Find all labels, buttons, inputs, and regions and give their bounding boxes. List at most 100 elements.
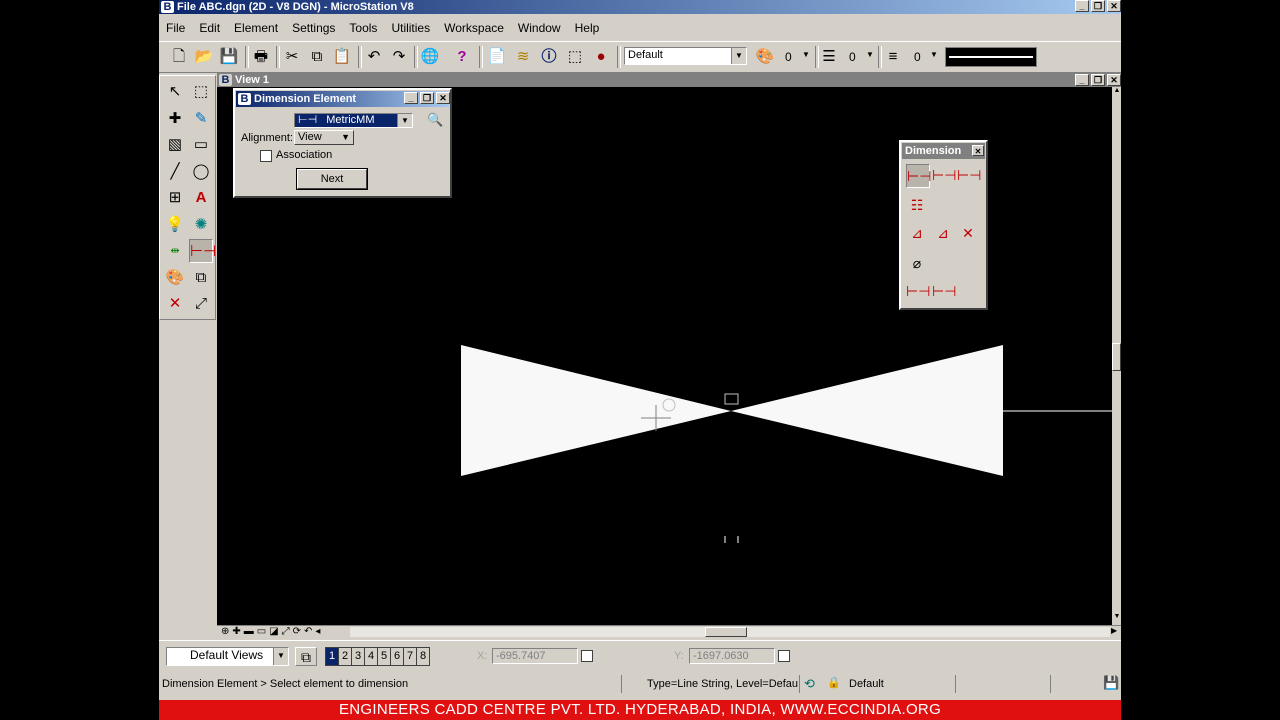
maximize-icon[interactable]: ❐ xyxy=(1091,74,1105,86)
scroll-right-icon[interactable]: ▶ xyxy=(1111,626,1117,635)
chevron-down-icon[interactable]: ▼ xyxy=(731,48,746,64)
horizontal-scrollbar[interactable] xyxy=(350,627,1110,637)
references-icon[interactable]: 📄 xyxy=(487,47,507,67)
chevron-down-icon[interactable]: ▼ xyxy=(866,50,874,59)
chevron-down-icon[interactable]: ▼ xyxy=(930,50,938,59)
color-palette-icon[interactable]: 🎨 xyxy=(755,47,775,67)
delete-element-icon[interactable]: ✕ xyxy=(163,292,187,316)
open-folder-icon[interactable]: 📂 xyxy=(194,47,214,67)
record-icon[interactable]: ● xyxy=(591,47,611,67)
scale-element-icon[interactable]: ⤢ xyxy=(189,292,213,316)
views-combo[interactable]: Default Views ▼ xyxy=(166,647,289,666)
place-point-icon[interactable]: ✚ xyxy=(163,107,187,131)
fence-icon[interactable]: ⬚ xyxy=(565,47,585,67)
view-windows-icon[interactable]: ⧉ xyxy=(295,647,317,666)
select-region-icon[interactable]: ⬚ xyxy=(189,80,213,104)
view-button-2[interactable]: 2 xyxy=(338,647,352,666)
x-coordinate-field[interactable]: -695.7407 xyxy=(492,648,578,664)
menu-workspace[interactable]: Workspace xyxy=(437,18,511,38)
menu-tools[interactable]: Tools xyxy=(342,18,384,38)
x-lock-checkbox[interactable] xyxy=(581,650,593,662)
view-button-5[interactable]: 5 xyxy=(377,647,391,666)
menu-help[interactable]: Help xyxy=(568,18,607,38)
minimize-icon[interactable]: _ xyxy=(404,92,418,104)
dimension-location-icon[interactable]: ⊢⊣ xyxy=(957,164,981,186)
scroll-thumb[interactable] xyxy=(705,627,747,637)
vertical-scrollbar[interactable]: ▲ ▼ xyxy=(1112,87,1121,625)
view-button-4[interactable]: 4 xyxy=(364,647,378,666)
scroll-thumb[interactable] xyxy=(1112,343,1121,371)
search-icon[interactable]: 🔍 xyxy=(427,112,443,128)
hatch-icon[interactable]: ▧ xyxy=(163,133,187,157)
snap-icon[interactable]: ✺ xyxy=(189,213,213,237)
linear-dimension-icon[interactable]: ⇹ xyxy=(163,239,187,263)
minimize-icon[interactable]: _ xyxy=(1075,0,1089,12)
select-element-icon[interactable]: ↖ xyxy=(163,80,187,104)
globe-icon[interactable]: 🌐 xyxy=(420,47,440,67)
menu-edit[interactable]: Edit xyxy=(192,18,227,38)
line-weight-icon[interactable]: ≡ xyxy=(883,47,903,67)
dimension-style-combo[interactable]: ⊢⊣ MetricMM ▼ xyxy=(294,113,413,128)
view-button-3[interactable]: 3 xyxy=(351,647,365,666)
menu-settings[interactable]: Settings xyxy=(285,18,342,38)
cut-icon[interactable]: ✂ xyxy=(282,47,302,67)
view-button-7[interactable]: 7 xyxy=(403,647,417,666)
chevron-down-icon[interactable]: ▼ xyxy=(341,131,350,144)
copy-icon[interactable]: ⧉ xyxy=(307,47,327,67)
scroll-up-icon[interactable]: ▲ xyxy=(1113,87,1121,97)
menu-utilities[interactable]: Utilities xyxy=(384,18,437,38)
dimension-angle-location-icon[interactable]: ⊿ xyxy=(932,222,954,244)
render-palette-icon[interactable]: 🎨 xyxy=(163,266,187,290)
paste-icon[interactable]: 📋 xyxy=(332,47,352,67)
dimension-size-arrow-icon[interactable]: ⊢⊣ xyxy=(906,164,931,188)
alignment-dropdown[interactable]: View ▼ xyxy=(294,130,354,145)
view-button-6[interactable]: 6 xyxy=(390,647,404,666)
place-text-icon[interactable]: A xyxy=(189,186,213,210)
scroll-down-icon[interactable]: ▼ xyxy=(1113,613,1121,623)
dimension-tool-icon[interactable]: ⊢⊣ xyxy=(189,239,216,263)
dimension-element-icon[interactable]: ⊢⊣ xyxy=(906,280,930,302)
maximize-icon[interactable]: ❐ xyxy=(420,92,434,104)
y-lock-checkbox[interactable] xyxy=(778,650,790,662)
place-line-icon[interactable]: ╱ xyxy=(163,160,187,184)
lock-icon[interactable]: 🔒 xyxy=(827,676,841,689)
dimension-radial-icon[interactable]: ⌀ xyxy=(906,252,928,274)
view-button-8[interactable]: 8 xyxy=(416,647,430,666)
info-icon[interactable]: ⓘ xyxy=(539,47,559,67)
place-circle-icon[interactable]: ◯ xyxy=(189,160,213,184)
close-icon[interactable]: ✕ xyxy=(436,92,450,104)
active-weight-preview[interactable] xyxy=(945,47,1037,67)
dimension-size-stroke-icon[interactable]: ⊢⊣ xyxy=(932,164,956,186)
undo-icon[interactable]: ↶ xyxy=(364,47,384,67)
save-icon[interactable]: 💾 xyxy=(219,47,239,67)
maximize-icon[interactable]: ❐ xyxy=(1091,0,1105,12)
chevron-down-icon[interactable]: ▼ xyxy=(273,648,288,665)
light-bulb-icon[interactable]: 💡 xyxy=(163,213,187,237)
help-icon[interactable]: ? xyxy=(452,47,472,67)
dimension-angle-lines-icon[interactable]: ✕ xyxy=(957,222,979,244)
dimension-angle-size-icon[interactable]: ⊿ xyxy=(906,222,928,244)
dimension-ordinate-icon[interactable]: ☷ xyxy=(906,194,928,216)
level-combo[interactable]: Default ▼ xyxy=(624,47,747,65)
close-icon[interactable]: ✕ xyxy=(1107,0,1121,12)
next-button[interactable]: Next xyxy=(297,169,367,189)
print-icon[interactable]: 🖶 xyxy=(251,47,271,67)
redo-icon[interactable]: ↷ xyxy=(389,47,409,67)
close-icon[interactable]: ✕ xyxy=(972,145,984,156)
place-block-icon[interactable]: ▭ xyxy=(189,133,213,157)
cell-icon[interactable]: ⊞ xyxy=(163,186,187,210)
right-triangle-shape[interactable] xyxy=(731,345,1003,476)
dimension-update-icon[interactable]: ⊢⊣ xyxy=(932,280,956,302)
view-controls-icon[interactable]: ⊕✚▬▭◪⤢⟳↶◂ xyxy=(221,626,323,637)
menu-file[interactable]: File xyxy=(159,18,192,38)
view-button-1[interactable]: 1 xyxy=(325,647,339,666)
chevron-down-icon[interactable]: ▼ xyxy=(397,114,412,127)
save-settings-icon[interactable]: 💾 xyxy=(1103,675,1119,691)
y-coordinate-field[interactable]: -1697.0630 xyxy=(689,648,775,664)
close-icon[interactable]: ✕ xyxy=(1107,74,1121,86)
chevron-down-icon[interactable]: ▼ xyxy=(802,50,810,59)
left-triangle-shape[interactable] xyxy=(461,345,731,476)
new-file-icon[interactable]: 🗋 xyxy=(169,47,189,67)
line-style-icon[interactable]: ☰ xyxy=(819,47,839,67)
snap-mode-icon[interactable]: ⟲ xyxy=(804,676,815,692)
